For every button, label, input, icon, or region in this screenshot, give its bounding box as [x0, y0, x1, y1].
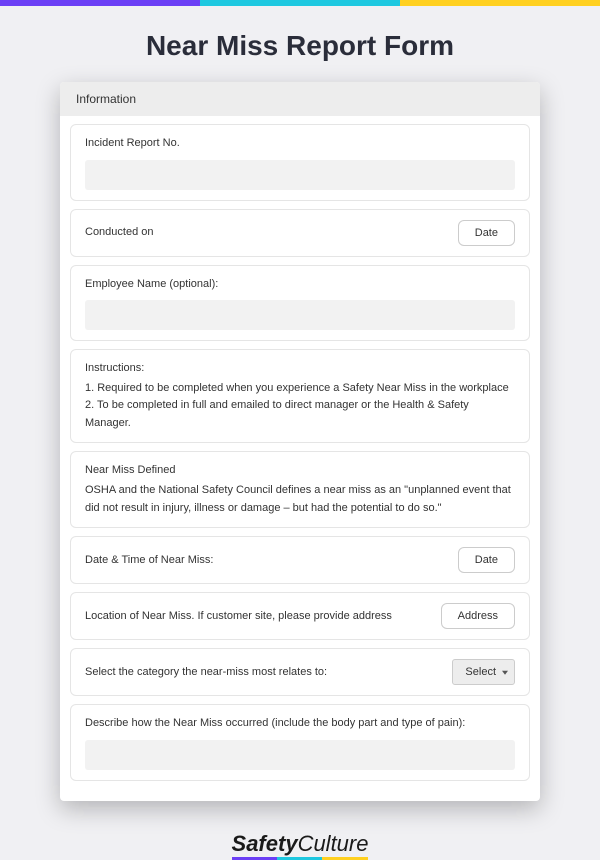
datetime-date-button[interactable]: Date [458, 547, 515, 573]
field-near-miss-defined: Near Miss Defined OSHA and the National … [70, 451, 530, 528]
describe-label: Describe how the Near Miss occurred (inc… [85, 715, 515, 732]
conducted-on-label: Conducted on [85, 224, 154, 241]
instructions-line-2: 2. To be completed in full and emailed t… [85, 397, 515, 432]
incident-report-no-label: Incident Report No. [85, 135, 515, 152]
defined-body: OSHA and the National Safety Council def… [85, 482, 515, 517]
footer-logo: SafetyCulture [0, 831, 600, 857]
instructions-line-1: 1. Required to be completed when you exp… [85, 380, 515, 398]
conducted-on-date-button[interactable]: Date [458, 220, 515, 246]
datetime-label: Date & Time of Near Miss: [85, 552, 213, 569]
describe-input[interactable] [85, 740, 515, 770]
form-body: Incident Report No. Conducted on Date Em… [60, 116, 540, 801]
employee-name-label: Employee Name (optional): [85, 276, 515, 293]
field-datetime: Date & Time of Near Miss: Date [70, 536, 530, 584]
category-label: Select the category the near-miss most r… [85, 664, 327, 681]
page-title: Near Miss Report Form [0, 30, 600, 62]
logo-part1: Safety [232, 831, 298, 856]
field-employee-name: Employee Name (optional): [70, 265, 530, 342]
field-incident-report-no: Incident Report No. [70, 124, 530, 201]
field-conducted-on: Conducted on Date [70, 209, 530, 257]
instructions-lead: Instructions: [85, 360, 515, 378]
location-address-button[interactable]: Address [441, 603, 515, 629]
section-header: Information [60, 82, 540, 116]
logo-part2: Culture [298, 831, 369, 856]
field-location: Location of Near Miss. If customer site,… [70, 592, 530, 640]
accent-cyan [200, 0, 400, 6]
accent-purple [0, 0, 200, 6]
field-instructions: Instructions: 1. Required to be complete… [70, 349, 530, 443]
location-label: Location of Near Miss. If customer site,… [85, 608, 392, 625]
field-category: Select the category the near-miss most r… [70, 648, 530, 696]
incident-report-no-input[interactable] [85, 160, 515, 190]
accent-yellow [400, 0, 600, 6]
top-accent-bar [0, 0, 600, 6]
category-select-dropdown[interactable]: Select [452, 659, 515, 685]
field-describe: Describe how the Near Miss occurred (inc… [70, 704, 530, 781]
defined-lead: Near Miss Defined [85, 462, 515, 480]
form-card: Information Incident Report No. Conducte… [60, 82, 540, 801]
employee-name-input[interactable] [85, 300, 515, 330]
logo-text: SafetyCulture [232, 831, 369, 857]
